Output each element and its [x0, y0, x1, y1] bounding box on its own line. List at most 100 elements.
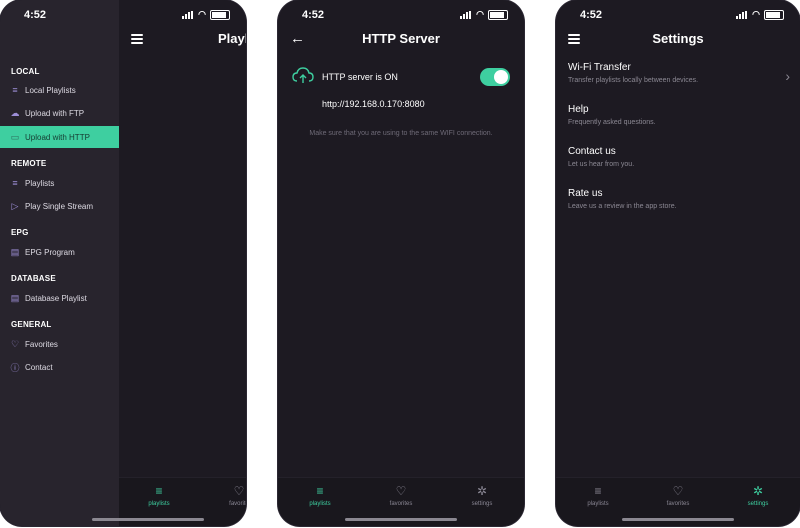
section-remote: REMOTE: [11, 159, 47, 168]
heart-icon: ♡: [672, 484, 684, 498]
drawer-item-contact[interactable]: ⓘ Contact: [0, 357, 119, 377]
tab-label: playlists: [309, 501, 331, 507]
cloud-upload-icon: ☁: [10, 107, 20, 118]
tab-label: favorites: [389, 501, 413, 507]
signal-icon: [460, 10, 472, 19]
playlist-icon: ≡: [155, 484, 163, 498]
cloud-upload-icon: [292, 67, 314, 83]
epg-icon: ▤: [10, 246, 20, 257]
tab-playlists[interactable]: ≡ playlists: [290, 484, 350, 507]
status-icons: ◠: [736, 9, 784, 20]
page-title: HTTP Server: [362, 31, 440, 46]
section-epg: EPG: [11, 228, 29, 237]
status-bar: 4:52 ◠: [556, 0, 800, 28]
tab-favorites[interactable]: ♡ favorite: [209, 484, 246, 507]
phone-screen-settings: 4:52 ◠ Settings Wi-Fi Transfer Transfer …: [556, 0, 800, 526]
drawer-item-label: Database Playlist: [25, 293, 87, 303]
server-url: http://192.168.0.170:8080: [322, 99, 425, 109]
phone-screen-http-server: 4:52 ◠ ← HTTP Server HTTP server is ON h…: [278, 0, 524, 526]
side-drawer: LOCAL ≡ Local Playlists ☁ Upload with FTP …: [0, 0, 119, 526]
drawer-item-database-playlist[interactable]: ▤ Database Playlist: [0, 288, 119, 308]
home-indicator: [91, 518, 204, 521]
settings-row-title: Contact us: [568, 146, 616, 157]
toggle-knob: [494, 70, 508, 84]
heart-icon: ♡: [233, 484, 245, 498]
drawer-item-label: Upload with HTTP: [25, 132, 90, 142]
tab-label: settings: [471, 501, 493, 507]
drawer-item-playlists[interactable]: ≡ Playlists: [0, 173, 119, 193]
server-toggle[interactable]: [480, 68, 510, 86]
settings-row-subtitle: Let us hear from you.: [568, 161, 635, 168]
settings-row-help[interactable]: Help Frequently asked questions.: [568, 104, 800, 138]
tab-settings[interactable]: ✲ settings: [452, 484, 512, 507]
drawer-item-label: Local Playlists: [25, 85, 76, 95]
tab-favorites[interactable]: ♡ favorites: [371, 484, 431, 507]
settings-row-subtitle: Frequently asked questions.: [568, 119, 656, 126]
signal-icon: [736, 10, 748, 19]
tab-label: playlists: [148, 501, 170, 507]
status-bar: 4:52 ◠: [278, 0, 524, 28]
drawer-item-label: Upload with FTP: [25, 108, 85, 118]
drawer-item-label: Contact: [25, 362, 53, 372]
page-title: Settings: [652, 31, 704, 46]
tab-settings[interactable]: ✲ settings: [728, 484, 788, 507]
info-icon: ⓘ: [10, 362, 20, 373]
status-icons: ◠: [460, 9, 508, 20]
heart-icon: ♡: [10, 338, 20, 349]
gear-icon: ✲: [752, 484, 764, 498]
header: Settings: [556, 28, 800, 50]
settings-row-subtitle: Leave us a review in the app store.: [568, 203, 677, 210]
settings-row-subtitle: Transfer playlists locally between devic…: [568, 77, 699, 84]
home-indicator: [345, 518, 457, 521]
section-local: LOCAL: [11, 67, 40, 76]
status-time: 4:52: [580, 9, 603, 21]
status-time: 4:52: [24, 9, 47, 21]
section-general: GENERAL: [11, 320, 52, 329]
settings-row-contact-us[interactable]: Contact us Let us hear from you.: [568, 146, 800, 180]
drawer-item-favorites[interactable]: ♡ Favorites: [0, 334, 119, 354]
settings-row-wifi-transfer[interactable]: Wi-Fi Transfer Transfer playlists locall…: [568, 62, 800, 96]
wifi-icon: ◠: [752, 9, 760, 19]
settings-row-rate-us[interactable]: Rate us Leave us a review in the app sto…: [568, 188, 800, 222]
server-status-label: HTTP server is ON: [322, 72, 398, 82]
database-icon: ▤: [10, 292, 20, 303]
battery-icon: [210, 9, 230, 20]
tab-favorites[interactable]: ♡ favorites: [648, 484, 708, 507]
playlists-screen-behind: Playl: [119, 0, 246, 526]
section-database: DATABASE: [11, 274, 56, 283]
tab-playlists[interactable]: ≡ playlists: [129, 484, 189, 507]
settings-row-title: Rate us: [568, 188, 603, 199]
drawer-item-upload-ftp[interactable]: ☁ Upload with FTP: [0, 103, 119, 123]
drawer-item-epg-program[interactable]: ▤ EPG Program: [0, 242, 119, 262]
battery-icon: [488, 9, 508, 20]
gear-icon: ✲: [476, 484, 488, 498]
http-icon: ▭: [10, 131, 20, 142]
tab-label: playlists: [587, 501, 609, 507]
drawer-item-play-single-stream[interactable]: ▷ Play Single Stream: [0, 196, 119, 216]
wifi-hint: Make sure that you are using to the same…: [309, 130, 493, 137]
home-indicator: [622, 518, 734, 521]
header: ← HTTP Server: [278, 28, 524, 50]
drawer-item-label: EPG Program: [25, 247, 75, 257]
tab-label: settings: [747, 501, 769, 507]
phone-screen-drawer: Playl LOCAL ≡ Local Playlists ☁ Upload wit…: [0, 0, 246, 526]
heart-icon: ♡: [395, 484, 407, 498]
chevron-right-icon: ›: [785, 68, 790, 84]
battery-icon: [764, 9, 784, 20]
tab-label: favorites: [666, 501, 690, 507]
signal-icon: [182, 10, 194, 19]
tab-label: favorite: [229, 501, 246, 507]
drawer-item-upload-http[interactable]: ▭ Upload with HTTP: [0, 126, 119, 148]
menu-icon[interactable]: [131, 34, 143, 44]
page-title: Playl: [218, 31, 246, 46]
status-icons: ◠: [182, 9, 230, 20]
wifi-icon: ◠: [476, 9, 484, 19]
tab-playlists[interactable]: ≡ playlists: [568, 484, 628, 507]
play-icon: ▷: [11, 200, 19, 211]
playlist-icon: ≡: [12, 85, 18, 95]
settings-row-title: Help: [568, 104, 589, 115]
playlist-icon: ≡: [316, 484, 324, 498]
drawer-item-local-playlists[interactable]: ≡ Local Playlists: [0, 80, 119, 100]
drawer-item-label: Playlists: [25, 178, 55, 188]
playlist-add-icon: ≡: [12, 178, 18, 188]
